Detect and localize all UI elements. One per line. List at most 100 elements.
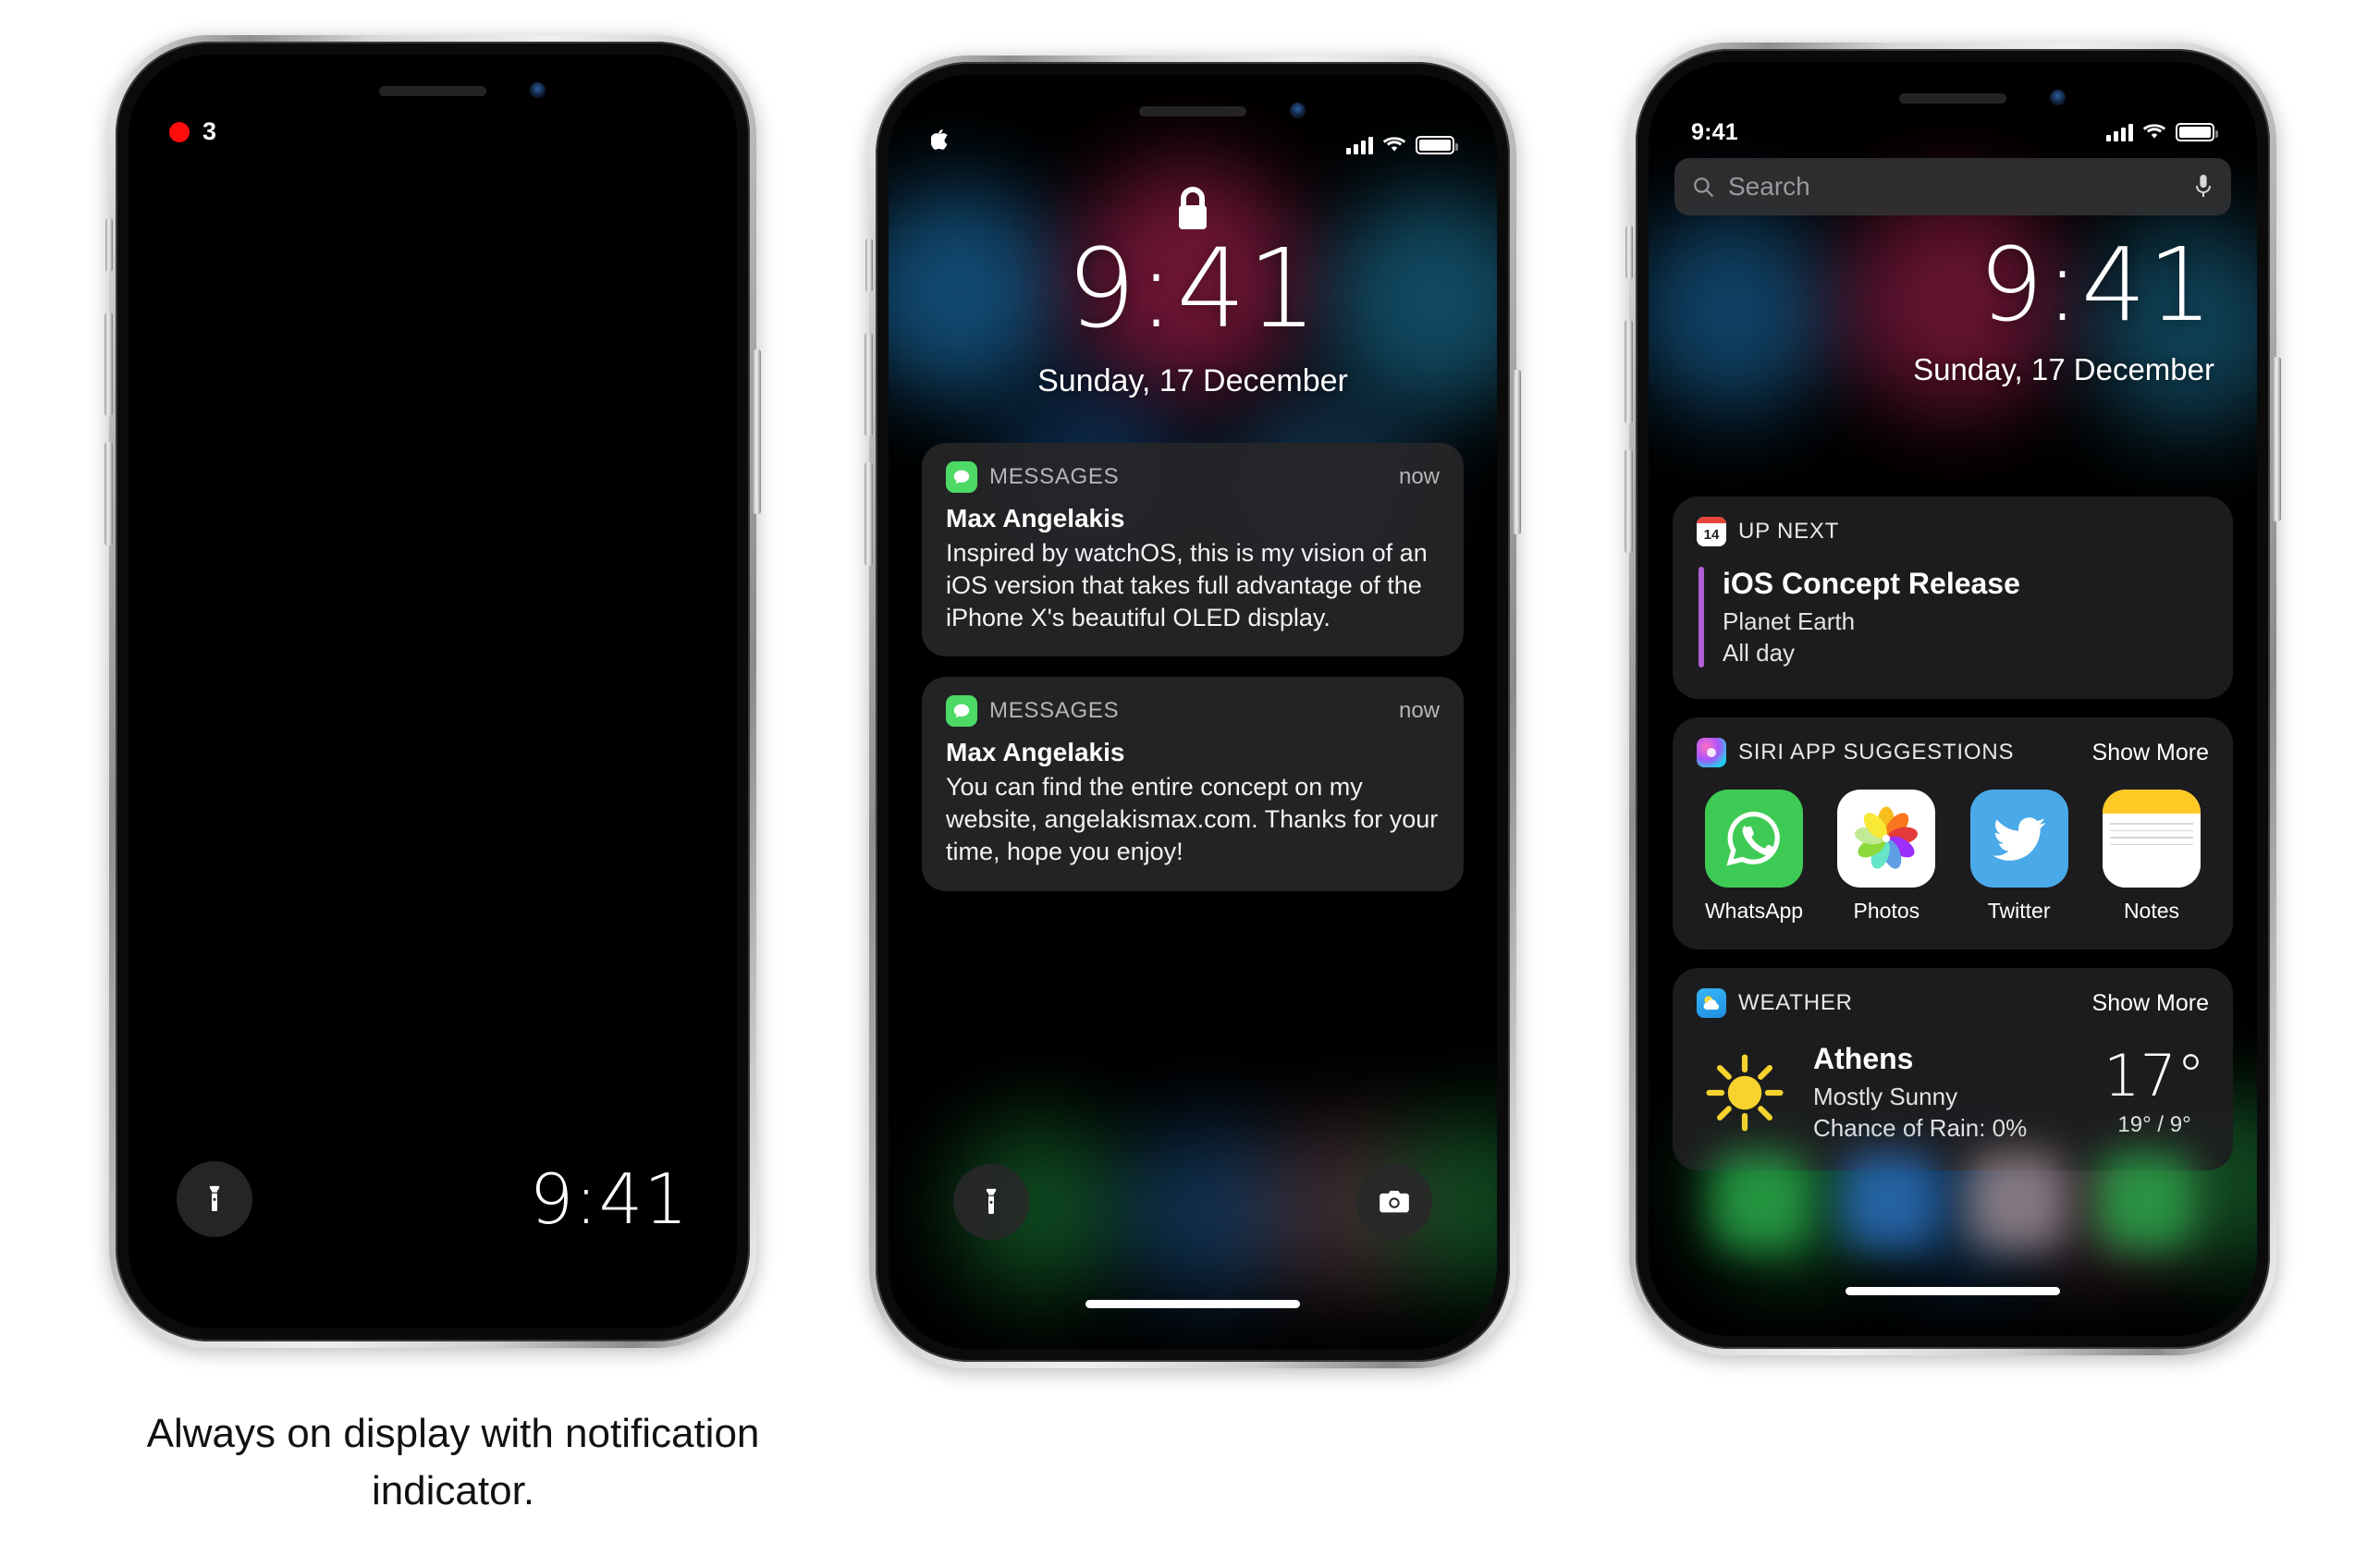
mute-switch[interactable] (1625, 226, 1633, 279)
search-input[interactable]: Search (1674, 158, 2231, 215)
lock-date: Sunday, 17 December (1037, 363, 1348, 398)
home-indicator[interactable] (1846, 1287, 2060, 1295)
app-label: Twitter (1987, 899, 2051, 923)
weather-high-low: 19° / 9° (2117, 1111, 2191, 1137)
twitter-icon (1969, 790, 2068, 888)
notification-count: 3 (202, 117, 217, 145)
app-label: Photos (1853, 899, 1920, 923)
notification-app-name: MESSAGES (989, 698, 1120, 724)
dock-app-blob (1968, 1153, 2066, 1249)
today-clock: 9:41 (1978, 226, 2214, 344)
weather-summary: Athens Mostly Sunny Chance of Rain: 0% 1… (1697, 1033, 2209, 1146)
widget-header: 14 UP NEXT (1697, 517, 2209, 546)
app-suggestion-twitter[interactable]: Twitter (1968, 790, 2071, 924)
volume-down-button[interactable] (865, 462, 873, 566)
power-button[interactable] (1513, 370, 1521, 534)
phone-bezel: 9:41 Search 9:41 Sunday, 17 December 14 … (1636, 49, 2270, 1349)
earpiece-speaker (1899, 93, 2006, 104)
widget-list: 14 UP NEXT iOS Concept Release Planet Ea… (1673, 496, 2233, 1170)
weather-city: Athens (1813, 1042, 1914, 1075)
event-location: Planet Earth (1723, 607, 1856, 635)
volume-down-button[interactable] (1625, 449, 1633, 553)
status-icons (2106, 123, 2218, 141)
notification-app-name: MESSAGES (989, 464, 1120, 489)
phone-today-view: 9:41 Search 9:41 Sunday, 17 December 14 … (1625, 43, 2281, 1355)
widget-title: UP NEXT (1738, 519, 1840, 544)
notification-title: Max Angelakis (946, 738, 1125, 767)
photos-icon (1837, 790, 1936, 888)
volume-up-button[interactable] (104, 312, 113, 416)
weather-temperature-block: 17° 19° / 9° (2103, 1047, 2205, 1138)
status-icons (1346, 136, 1458, 154)
mute-switch[interactable] (865, 239, 873, 292)
widget-up-next[interactable]: 14 UP NEXT iOS Concept Release Planet Ea… (1673, 496, 2233, 699)
app-suggestion-notes[interactable]: Notes (2100, 790, 2203, 924)
earpiece-speaker (1139, 106, 1246, 116)
home-indicator[interactable] (1085, 1300, 1300, 1308)
microphone-icon[interactable] (2192, 173, 2214, 201)
messages-icon (946, 695, 977, 728)
event-time: All day (1723, 639, 1796, 667)
volume-up-button[interactable] (865, 333, 873, 436)
notes-icon (2102, 790, 2201, 888)
dock-app-blob (2096, 1153, 2193, 1249)
apple-logo-icon (930, 129, 951, 161)
widget-header: SIRI APP SUGGESTIONS Show More (1697, 738, 2209, 767)
camera-icon (1380, 1190, 1409, 1213)
widget-header: WEATHER Show More (1697, 988, 2209, 1018)
screen-always-on[interactable]: 3 9:41 (129, 55, 737, 1329)
wifi-icon (2142, 123, 2166, 139)
app-suggestion-photos[interactable]: Photos (1834, 790, 1938, 924)
red-dot-icon (169, 121, 190, 142)
app-label: WhatsApp (1704, 899, 1804, 923)
earpiece-speaker (379, 86, 486, 96)
calendar-event[interactable]: iOS Concept Release Planet Earth All day (1697, 561, 2209, 675)
flashlight-icon (209, 1185, 220, 1212)
widget-siri-suggestions[interactable]: SIRI APP SUGGESTIONS Show More WhatsApp … (1673, 717, 2233, 949)
app-suggestion-whatsapp[interactable]: WhatsApp (1702, 790, 1806, 924)
battery-icon (2176, 123, 2218, 141)
widget-weather[interactable]: WEATHER Show More Athens Mostly Sunny Ch… (1673, 968, 2233, 1170)
screen-lock[interactable]: 9:41 Sunday, 17 December MESSAGES now Ma… (889, 75, 1497, 1349)
weather-temperature: 17° (2103, 1041, 2205, 1109)
app-suggestion-row: WhatsApp Photos Twitter Notes (1697, 782, 2209, 925)
notification-time: now (1398, 698, 1440, 724)
power-button[interactable] (753, 349, 761, 514)
status-bar: 9:41 (1649, 114, 2257, 151)
flashlight-button[interactable] (953, 1164, 1029, 1240)
lock-clock: 9:41 (1066, 225, 1319, 352)
notification-card[interactable]: MESSAGES now Max Angelakis Inspired by w… (922, 443, 1464, 657)
calendar-day: 14 (1703, 527, 1720, 543)
screen-today[interactable]: 9:41 Search 9:41 Sunday, 17 December 14 … (1649, 62, 2257, 1336)
lock-shortcut-row (889, 1164, 1497, 1240)
calendar-icon: 14 (1697, 517, 1726, 546)
messages-icon (946, 461, 977, 493)
camera-button[interactable] (1356, 1164, 1432, 1240)
volume-up-button[interactable] (1625, 320, 1633, 423)
flashlight-button[interactable] (177, 1161, 252, 1237)
status-bar-time: 9:41 (1691, 118, 1738, 145)
whatsapp-icon (1705, 790, 1803, 888)
show-more-button[interactable]: Show More (2092, 740, 2209, 766)
today-date: Sunday, 17 December (1913, 352, 2214, 386)
notification-card[interactable]: MESSAGES now Max Angelakis You can find … (922, 677, 1464, 891)
sun-icon (1706, 1053, 1784, 1132)
dock-app-blob (1712, 1153, 1809, 1249)
cellular-signal-icon (1346, 136, 1373, 154)
power-button[interactable] (2273, 357, 2281, 521)
show-more-button[interactable]: Show More (2092, 990, 2209, 1017)
cellular-signal-icon (2106, 123, 2133, 141)
phone-always-on-display: 3 9:41 (104, 35, 761, 1348)
notification-indicator[interactable]: 3 (169, 117, 216, 146)
phone-bezel: 9:41 Sunday, 17 December MESSAGES now Ma… (876, 62, 1510, 1362)
caption-text: Always on display with notification indi… (146, 1411, 760, 1514)
aod-clock: 9:41 (529, 1158, 689, 1240)
dock-blurred (1649, 1145, 2257, 1256)
battery-icon (1416, 136, 1458, 154)
screenshot-stage: 3 9:41 9:41 Sunday, 17 December MESSAGES… (0, 0, 2367, 1568)
weather-icon (1697, 988, 1726, 1018)
notification-body: You can find the entire concept on my we… (946, 773, 1439, 866)
volume-down-button[interactable] (104, 442, 113, 545)
lock-clock-block: 9:41 Sunday, 17 December (889, 234, 1497, 399)
mute-switch[interactable] (105, 218, 113, 272)
